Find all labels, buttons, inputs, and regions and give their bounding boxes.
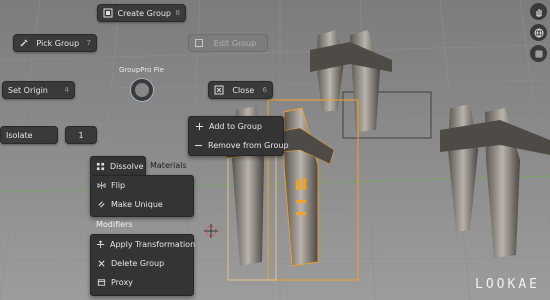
dissolve-item[interactable]: Dissolve: [91, 157, 145, 176]
delete-group-label: Delete Group: [111, 259, 165, 268]
apply-transformation-label: Apply Transformation: [110, 240, 196, 249]
group-icon: [103, 8, 113, 18]
isolate-value: 1: [78, 130, 84, 140]
flip-item[interactable]: Flip: [91, 176, 193, 195]
edit-group-button[interactable]: Edit Group: [188, 34, 268, 52]
link-icon: [96, 200, 106, 210]
make-unique-label: Make Unique: [111, 200, 163, 209]
eyedropper-icon: [19, 38, 29, 48]
remove-from-group-label: Remove from Group: [208, 141, 289, 150]
dissolve-header[interactable]: Dissolve: [90, 156, 146, 177]
hand-icon[interactable]: [530, 3, 547, 20]
object-options-menu: Flip Make Unique: [90, 175, 194, 217]
set-origin-label: Set Origin: [8, 85, 48, 95]
edit-group-label: Edit Group: [213, 38, 257, 48]
proxy-label: Proxy: [111, 278, 133, 287]
globe-icon[interactable]: [530, 24, 547, 41]
create-group-key: 8: [175, 9, 180, 17]
set-origin-button[interactable]: Set Origin 4: [2, 81, 75, 99]
pick-group-label: Pick Group: [36, 38, 80, 48]
close-key: 6: [262, 86, 267, 94]
dissolve-label: Dissolve: [110, 162, 144, 171]
flip-icon: [96, 181, 106, 191]
dissolve-icon: [96, 162, 105, 172]
delete-group-item[interactable]: Delete Group: [91, 254, 193, 273]
x-icon: [96, 259, 106, 269]
materials-header: Materials: [150, 161, 187, 170]
apply-transformation-item[interactable]: Apply Transformation: [91, 235, 196, 254]
pick-group-key: 7: [86, 39, 91, 47]
watermark-text: LOOKAE: [475, 277, 540, 292]
edit-icon: [194, 38, 204, 48]
pie-menu-title: GroupPro Pie: [119, 66, 164, 74]
create-group-label: Create Group: [117, 8, 171, 18]
make-unique-item[interactable]: Make Unique: [91, 195, 193, 214]
isolate-button[interactable]: Isolate: [0, 126, 58, 144]
transform-icon: [96, 240, 105, 250]
plus-icon: [194, 122, 204, 132]
group-membership-menu: Add to Group Remove from Group: [188, 116, 289, 156]
grid-icon[interactable]: [530, 45, 547, 62]
create-group-button[interactable]: Create Group 8: [97, 4, 186, 22]
pie-direction-indicator: [131, 79, 153, 101]
add-to-group-label: Add to Group: [209, 122, 262, 131]
flip-label: Flip: [111, 181, 126, 190]
modifiers-menu: Apply Transformation Delete Group Proxy: [90, 234, 196, 296]
isolate-label: Isolate: [6, 130, 33, 140]
set-origin-key: 4: [64, 86, 69, 94]
proxy-item[interactable]: Proxy: [91, 273, 193, 292]
minus-icon: [194, 141, 203, 151]
remove-from-group-item[interactable]: Remove from Group: [189, 136, 289, 155]
add-to-group-item[interactable]: Add to Group: [189, 117, 283, 136]
isolate-value-field[interactable]: 1: [65, 126, 97, 144]
pick-group-button[interactable]: Pick Group 7: [13, 34, 97, 52]
group-close-icon: [214, 85, 224, 95]
proxy-icon: [96, 278, 106, 288]
modifiers-header: Modifiers: [96, 220, 133, 229]
close-label: Close: [232, 85, 255, 95]
close-button[interactable]: Close 6: [208, 81, 273, 99]
